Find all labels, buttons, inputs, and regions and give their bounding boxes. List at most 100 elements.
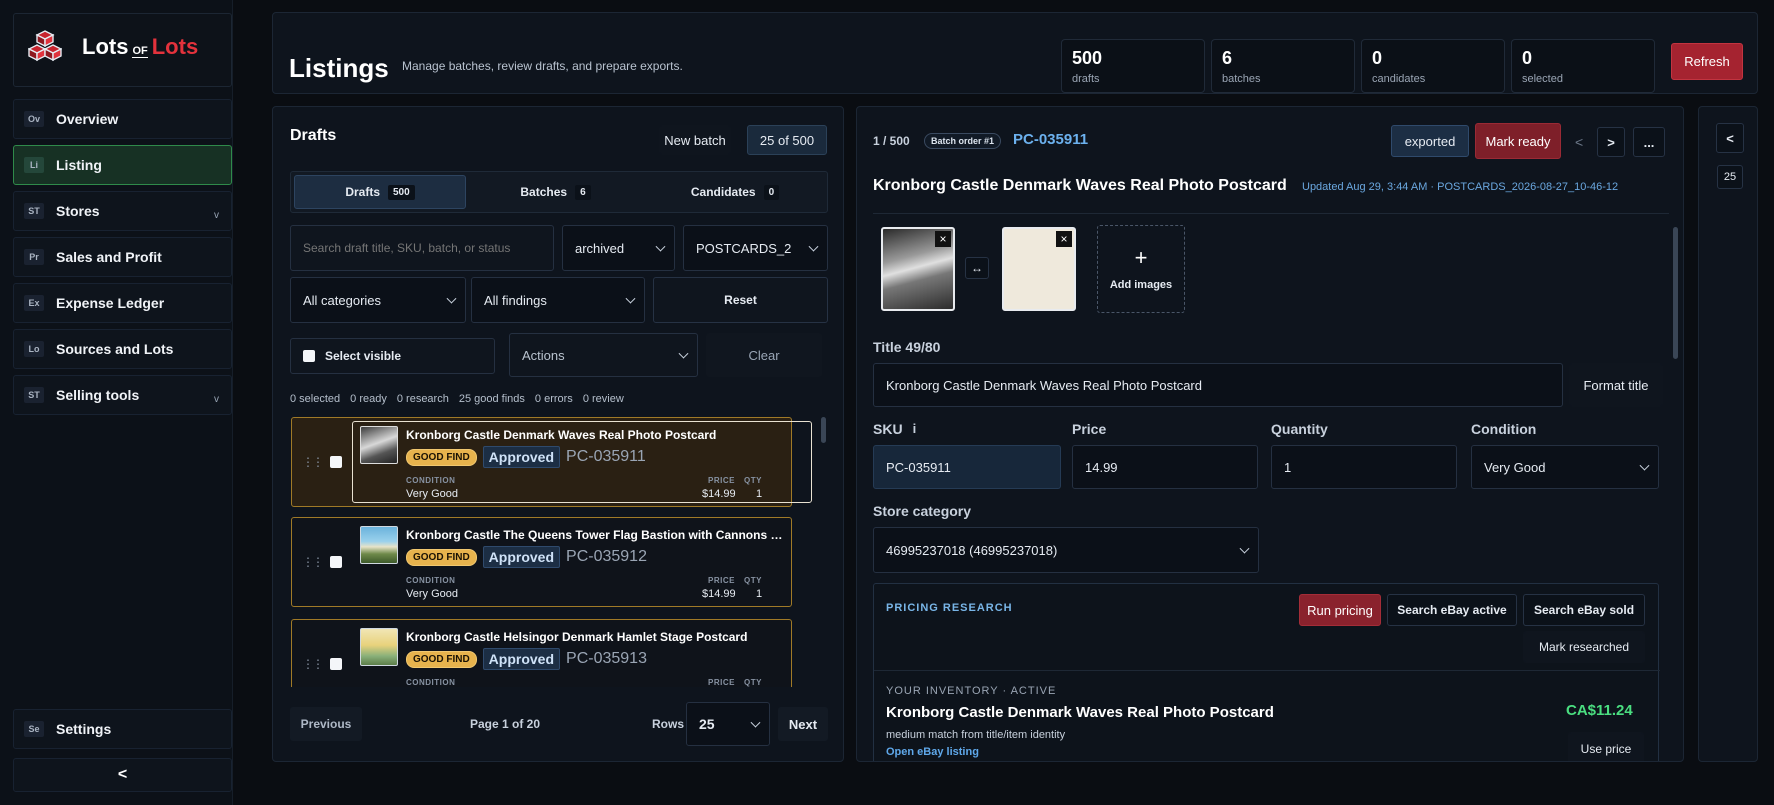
title-field-label: Title 49/80	[873, 339, 941, 355]
format-title-button[interactable]: Format title	[1569, 363, 1663, 407]
findings-filter-select[interactable]: All findings	[471, 277, 645, 323]
page-title: Listings	[289, 53, 389, 83]
rows-select[interactable]: 25	[686, 702, 770, 746]
batch-filter-select[interactable]: POSTCARDS_2	[683, 225, 828, 271]
run-pricing-button[interactable]: Run pricing	[1299, 594, 1381, 626]
refresh-button[interactable]: Refresh	[1671, 43, 1743, 80]
sku-link[interactable]: PC-035911	[1013, 131, 1088, 148]
mark-researched-button[interactable]: Mark researched	[1523, 631, 1645, 663]
swap-images-button[interactable]: ↔	[965, 257, 989, 279]
nav-abbr: Se	[24, 721, 44, 737]
item-title: Kronborg Castle Helsingor Denmark Hamlet…	[406, 630, 748, 644]
draft-range-badge: 25 of 500	[747, 125, 827, 155]
sidebar-item-selling-tools[interactable]: ST Selling tools v	[13, 375, 232, 415]
sidebar-item-sales-profit[interactable]: Pr Sales and Profit	[13, 237, 232, 277]
price-input[interactable]: 14.99	[1072, 445, 1258, 489]
stat-value: 500	[1072, 48, 1103, 68]
detail-divider	[873, 213, 1669, 214]
info-icon[interactable]: i	[913, 421, 917, 437]
drag-handle-icon[interactable]: ⋮⋮	[302, 455, 324, 469]
sku-input[interactable]: PC-035911	[873, 445, 1061, 489]
drag-handle-icon[interactable]: ⋮⋮	[302, 555, 324, 569]
input-value: Kronborg Castle Denmark Waves Real Photo…	[886, 377, 1202, 393]
tab-batches[interactable]: Batches 6	[466, 175, 645, 209]
page-subtitle: Manage batches, review drafts, and prepa…	[402, 59, 683, 73]
good-find-badge: GOOD FIND	[406, 448, 477, 466]
chevron-down-icon	[1239, 543, 1250, 554]
nav-abbr: Lo	[24, 341, 44, 357]
sidebar-item-stores[interactable]: ST Stores v	[13, 191, 232, 231]
detail-scrollbar[interactable]	[1673, 227, 1678, 359]
search-ebay-active-button[interactable]: Search eBay active	[1387, 594, 1517, 626]
condition-select[interactable]: Very Good	[1471, 445, 1659, 489]
stat-value: 6	[1222, 48, 1233, 68]
title-input[interactable]: Kronborg Castle Denmark Waves Real Photo…	[873, 363, 1563, 407]
sidebar-item-overview[interactable]: Ov Overview	[13, 99, 232, 139]
previous-page-button[interactable]: Previous	[290, 707, 362, 741]
prev-draft-button[interactable]: <	[1575, 134, 1583, 150]
row-checkbox[interactable]	[330, 456, 342, 468]
remove-image-icon[interactable]: ×	[1056, 231, 1072, 247]
qty-label: QTY	[744, 476, 762, 485]
sidebar-item-listing[interactable]: Li Listing	[13, 145, 232, 185]
use-price-button[interactable]: Use price	[1568, 732, 1644, 761]
rail-collapse-button[interactable]: <	[1716, 123, 1744, 153]
chevron-down-icon	[808, 241, 819, 252]
category-filter-select[interactable]: All categories	[290, 277, 466, 323]
postcard-thumbnail	[360, 526, 398, 564]
draft-list[interactable]: ⋮⋮ Kronborg Castle Denmark Waves Real Ph…	[273, 411, 845, 687]
select-visible-checkbox[interactable]	[303, 350, 315, 362]
actions-select[interactable]: Actions	[509, 333, 698, 377]
list-scrollbar[interactable]	[821, 417, 826, 443]
front-image-tile[interactable]: ×	[881, 227, 955, 311]
summary-review: 0 review	[582, 393, 624, 405]
chevron-down-icon: v	[214, 210, 219, 221]
clear-button[interactable]: Clear	[706, 333, 822, 377]
reset-button[interactable]: Reset	[653, 277, 828, 323]
pricing-divider	[874, 670, 1660, 671]
drag-handle-icon[interactable]: ⋮⋮	[302, 657, 324, 671]
sku-label-text: SKU	[873, 421, 903, 437]
open-ebay-listing-link[interactable]: Open eBay listing	[886, 746, 979, 758]
more-menu-button[interactable]: ...	[1633, 127, 1665, 157]
row-checkbox[interactable]	[330, 658, 342, 670]
select-value: 46995237018 (46995237018)	[886, 542, 1058, 558]
drafts-panel: Drafts New batch 25 of 500 Drafts 500 Ba…	[272, 106, 844, 762]
select-visible-toggle[interactable]: Select visible	[290, 338, 495, 374]
store-category-select[interactable]: 46995237018 (46995237018)	[873, 527, 1259, 573]
quantity-input[interactable]: 1	[1271, 445, 1457, 489]
next-draft-button[interactable]: >	[1597, 127, 1625, 157]
item-tags: GOOD FIND Approved PC-035912	[406, 546, 647, 568]
brand-logo-box[interactable]: Lots OF Lots	[13, 13, 232, 87]
plus-icon: +	[1134, 245, 1148, 270]
tab-candidates[interactable]: Candidates 0	[645, 175, 825, 209]
exported-status-button[interactable]: exported	[1391, 125, 1469, 157]
summary-ready: 0 ready	[350, 393, 387, 405]
list-item[interactable]: ⋮⋮ Kronborg Castle The Queens Tower Flag…	[291, 517, 792, 607]
back-image-tile[interactable]: ×	[1002, 227, 1076, 311]
store-category-label: Store category	[873, 503, 972, 519]
item-sku: PC-035913	[566, 650, 647, 667]
sidebar-collapse-button[interactable]: <	[13, 758, 232, 792]
status-badge: Approved	[482, 546, 561, 568]
stat-selected: 0 selected	[1511, 39, 1655, 93]
nav-label: Sales and Profit	[56, 249, 162, 265]
remove-image-icon[interactable]: ×	[935, 231, 951, 247]
select-value: Very Good	[1484, 459, 1546, 475]
search-ebay-sold-button[interactable]: Search eBay sold	[1523, 594, 1645, 626]
tab-drafts[interactable]: Drafts 500	[294, 175, 466, 209]
status-filter-select[interactable]: archived	[562, 225, 675, 271]
row-checkbox[interactable]	[330, 556, 342, 568]
list-item[interactable]: ⋮⋮ Kronborg Castle Denmark Waves Real Ph…	[291, 417, 812, 507]
search-input[interactable]	[290, 225, 554, 271]
mark-ready-button[interactable]: Mark ready	[1475, 123, 1561, 159]
sidebar-item-sources-lots[interactable]: Lo Sources and Lots	[13, 329, 232, 369]
price-label: PRICE	[708, 678, 735, 687]
sidebar-item-expense-ledger[interactable]: Ex Expense Ledger	[13, 283, 232, 323]
list-item[interactable]: ⋮⋮ Kronborg Castle Helsingor Denmark Ham…	[291, 619, 792, 687]
add-images-button[interactable]: + Add images	[1097, 225, 1185, 313]
sidebar-item-settings[interactable]: Se Settings	[13, 709, 232, 749]
new-batch-button[interactable]: New batch	[659, 125, 731, 155]
next-page-button[interactable]: Next	[778, 707, 828, 741]
stat-label: candidates	[1372, 73, 1426, 85]
